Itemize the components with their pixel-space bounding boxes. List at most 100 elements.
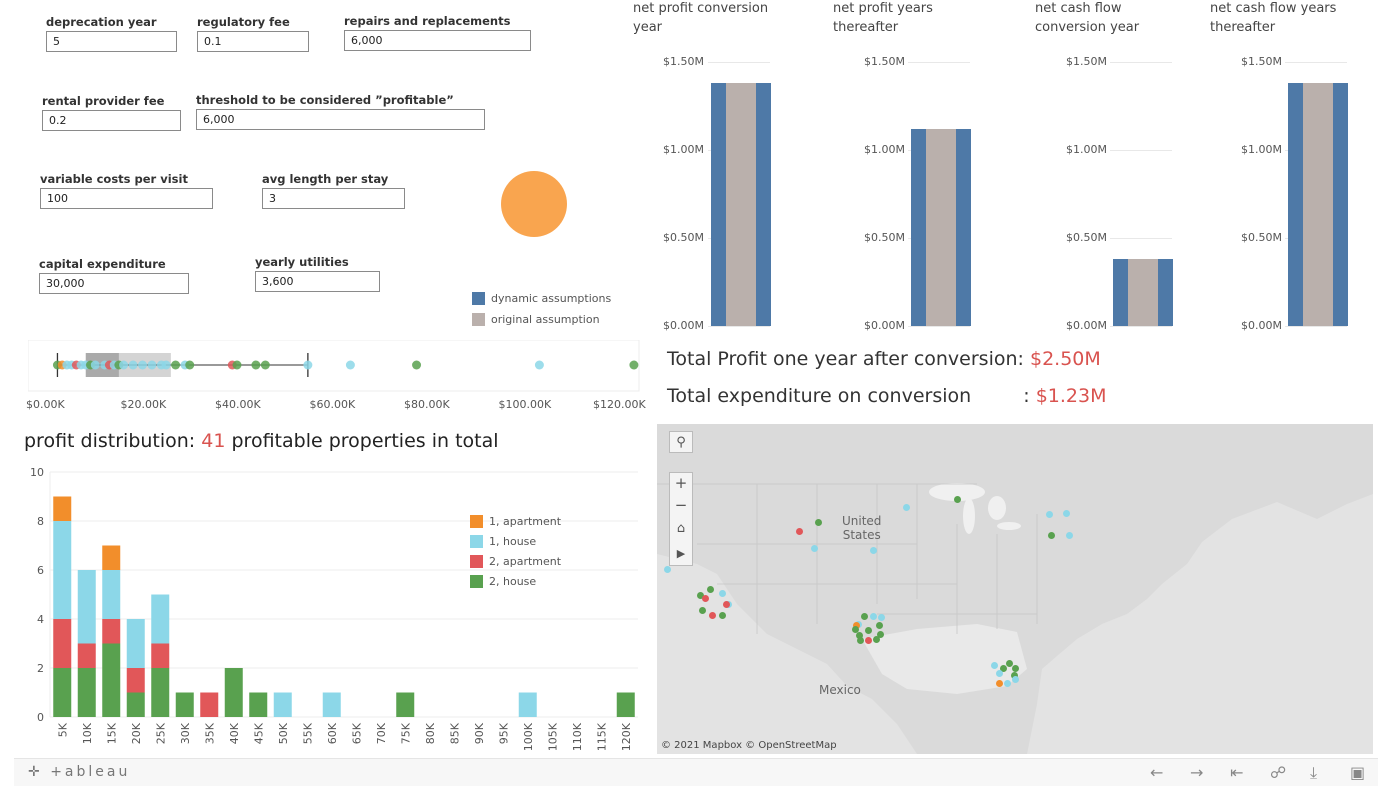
map-search-button[interactable]: ⚲ xyxy=(669,431,693,453)
legend-apartment-1[interactable]: 1, apartment xyxy=(470,515,561,528)
boxplot-point-24 xyxy=(251,360,261,370)
fullscreen-icon[interactable]: ▣ xyxy=(1350,763,1365,782)
sm-1-grid-0 xyxy=(708,62,770,63)
sm-2-grid-3 xyxy=(908,326,970,327)
map-attribution[interactable]: © 2021 Mapbox © OpenStreetMap xyxy=(661,740,837,751)
hist-ytick-3: 4 xyxy=(37,613,44,626)
hist-xtick-15K: 15K xyxy=(105,722,118,744)
total-expenditure: Total expenditure on conversion : $1.23M xyxy=(667,385,1107,407)
hist-bar-20K-house2 xyxy=(126,692,145,717)
map-controls: + − ⌂ ▶ xyxy=(669,472,693,566)
map-point-27[interactable] xyxy=(876,621,884,629)
sm-4-tick-2: $0.50M xyxy=(1241,231,1282,244)
sm-title-3-line2: conversion year xyxy=(1035,20,1140,35)
legend-label-house-2: 2, house xyxy=(489,575,537,588)
sm-4-bar-original xyxy=(1303,83,1333,326)
tableau-wordmark: +ableau xyxy=(50,764,131,780)
home-button[interactable]: ⌂ xyxy=(669,517,693,539)
sm-3-grid-3 xyxy=(1110,326,1172,327)
legend-original[interactable]: original assumption xyxy=(472,313,600,326)
hist-bar-20K-apartment2 xyxy=(126,668,145,693)
sm-1-tick-1: $1.00M xyxy=(663,143,704,156)
property-map[interactable]: ⚲ + − ⌂ ▶ United States Mexico © 2021 Ma… xyxy=(657,424,1373,754)
revert-icon[interactable]: ⇤ xyxy=(1230,763,1243,782)
map-point-19[interactable] xyxy=(718,611,726,619)
boxplot-point-13 xyxy=(119,360,129,370)
map-point-18[interactable] xyxy=(708,611,716,619)
boxplot-tick-3: $60.00K xyxy=(309,398,356,411)
hist-bar-10K-house2 xyxy=(77,668,96,717)
map-point-26[interactable] xyxy=(864,626,872,634)
tableau-logo[interactable]: ✛ +ableau xyxy=(28,764,130,780)
legend-swatch-house-2 xyxy=(470,575,483,588)
hist-xtick-105K: 105K xyxy=(546,722,559,751)
total-expenditure-sep: : xyxy=(1023,385,1030,407)
map-point-21[interactable] xyxy=(869,612,877,620)
zoom-in-button[interactable]: + xyxy=(669,472,693,494)
variable-costs-input[interactable] xyxy=(40,188,213,209)
map-point-41[interactable] xyxy=(1011,676,1019,684)
sm-3-tick-2: $0.50M xyxy=(1066,231,1107,244)
param-label-rental-provider-fee: rental provider fee xyxy=(42,94,165,108)
legend-dynamic[interactable]: dynamic assumptions xyxy=(472,292,611,305)
total-profit-value: $2.50M xyxy=(1029,348,1101,370)
hist-bar-10K-apartment2 xyxy=(77,643,96,668)
boxplot-point-8 xyxy=(90,360,100,370)
map-point-6[interactable] xyxy=(1045,510,1053,518)
capital-expenditure-input[interactable] xyxy=(39,273,189,294)
boxplot-point-30 xyxy=(629,360,639,370)
sm-1-tick-0: $1.50M xyxy=(663,55,704,68)
param-label-variable-costs: variable costs per visit xyxy=(40,172,188,186)
toolbar-expand-button[interactable]: ▶ xyxy=(669,542,693,564)
boxplot-tick-6: $120.00K xyxy=(593,398,646,411)
hist-xtick-80K: 80K xyxy=(424,722,437,744)
sm-4-tick-1: $1.00M xyxy=(1241,143,1282,156)
hist-bar-120K-house2 xyxy=(616,692,635,717)
sm-2-tick-1: $1.00M xyxy=(864,143,905,156)
avg-length-input[interactable] xyxy=(262,188,405,209)
undo-icon[interactable]: ← xyxy=(1150,763,1163,782)
map-lake-michigan xyxy=(963,498,975,534)
legend-house-2[interactable]: 2, house xyxy=(470,575,536,588)
regulatory-fee-input[interactable] xyxy=(197,31,309,52)
map-point-20[interactable] xyxy=(861,612,869,620)
map-point-36[interactable] xyxy=(1011,664,1019,672)
hist-ytick-1: 8 xyxy=(37,515,44,528)
boxplot-point-19 xyxy=(171,360,181,370)
map-point-8[interactable] xyxy=(1048,532,1056,540)
legend-label-apartment-1: 1, apartment xyxy=(489,515,562,528)
map-point-39[interactable] xyxy=(995,680,1003,688)
yearly-utilities-input[interactable] xyxy=(255,271,380,292)
map-point-1[interactable] xyxy=(795,528,803,536)
download-icon[interactable]: ⤓ xyxy=(1310,763,1317,783)
profit-distribution-title: profit distribution: 41 profitable prope… xyxy=(24,430,499,452)
map-point-37[interactable] xyxy=(995,670,1003,678)
map-point-11[interactable] xyxy=(707,585,715,593)
dist-title-count: 41 xyxy=(201,430,226,452)
hist-xtick-65K: 65K xyxy=(350,722,363,744)
sm-1-tick-3: $0.00M xyxy=(663,319,704,332)
map-point-30[interactable] xyxy=(864,636,872,644)
zoom-out-button[interactable]: − xyxy=(669,494,693,516)
redo-icon[interactable]: → xyxy=(1190,763,1203,782)
hist-bar-5K-apartment1 xyxy=(53,496,72,521)
rental-provider-fee-input[interactable] xyxy=(42,110,181,131)
legend-house-1[interactable]: 1, house xyxy=(470,535,536,548)
threshold-input[interactable] xyxy=(196,109,485,130)
param-label-yearly-utilities: yearly utilities xyxy=(255,255,349,269)
param-label-avg-length: avg length per stay xyxy=(262,172,389,186)
deprecation-year-input[interactable] xyxy=(46,31,177,52)
hist-xtick-120K: 120K xyxy=(620,722,633,751)
map-point-10[interactable] xyxy=(663,565,671,573)
map-point-2[interactable] xyxy=(811,544,819,552)
map-label-us-line2: States xyxy=(842,528,881,542)
share-icon[interactable]: ☍ xyxy=(1270,763,1286,782)
hist-bar-25K-house1 xyxy=(151,594,170,644)
sm-1-grid-3 xyxy=(708,326,770,327)
legend-swatch-original xyxy=(472,313,485,326)
hist-xtick-50K: 50K xyxy=(277,722,290,744)
legend-apartment-2[interactable]: 2, apartment xyxy=(470,555,561,568)
sm-title-4-line2: thereafter xyxy=(1210,20,1276,35)
repairs-input[interactable] xyxy=(344,30,531,51)
map-point-3[interactable] xyxy=(902,504,910,512)
